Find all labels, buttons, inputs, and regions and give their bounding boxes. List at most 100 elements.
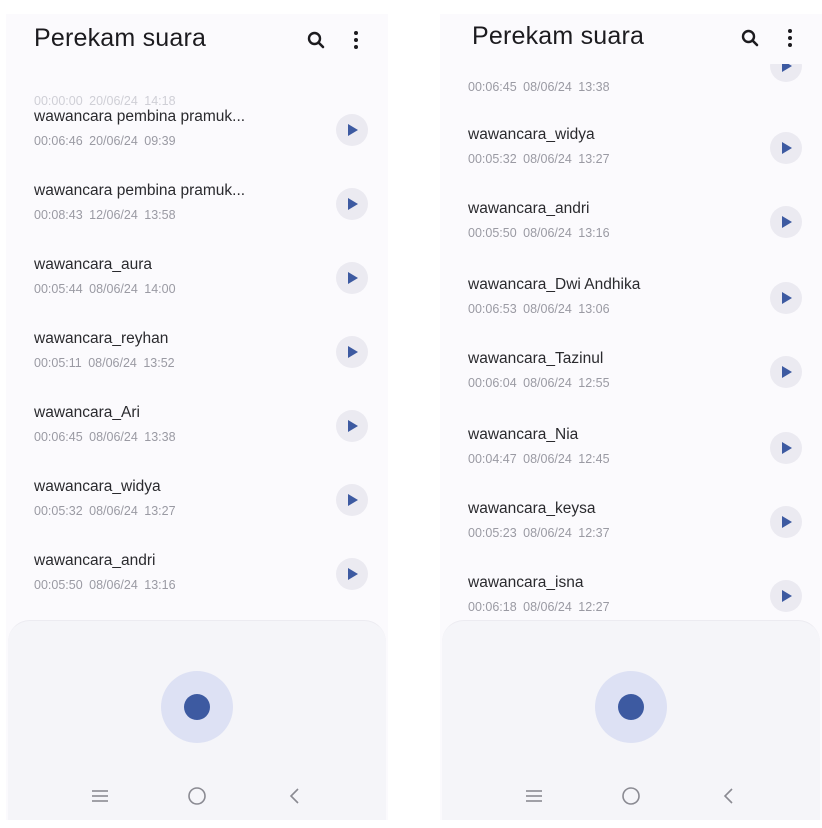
recording-meta: 00:06:53 08/06/24 13:06	[468, 302, 610, 316]
recording-meta: 00:06:18 08/06/24 12:27	[468, 600, 610, 614]
more-options-button[interactable]	[342, 26, 370, 54]
recents-icon	[526, 790, 543, 802]
recording-name: wawancara_keysa	[468, 500, 596, 517]
search-icon	[307, 31, 325, 49]
play-button[interactable]	[770, 506, 802, 538]
more-vert-icon	[788, 29, 792, 47]
play-icon	[348, 124, 358, 136]
recording-meta: 00:05:44 08/06/24 14:00	[34, 282, 176, 296]
play-icon	[348, 198, 358, 210]
home-button[interactable]	[177, 776, 217, 816]
play-icon	[348, 568, 358, 580]
recording-meta: 00:08:43 12/06/24 13:58	[34, 208, 176, 222]
recording-meta: 00:06:04 08/06/24 12:55	[468, 376, 610, 390]
home-icon	[622, 787, 640, 805]
recording-item[interactable]: wawancara_Ari 00:06:45 08/06/24 13:38	[6, 404, 388, 478]
system-nav-bar	[442, 772, 820, 820]
app-header: Perekam suara	[440, 14, 822, 64]
recording-list[interactable]: 00:00:00 20/06/24 14:18 wawancara pembin…	[6, 14, 388, 634]
recording-name: wawancara_Dwi Andhika	[468, 276, 641, 293]
page-title: Perekam suara	[472, 22, 645, 50]
system-nav-bar	[8, 772, 386, 820]
recording-item[interactable]: wawancara_widya 00:05:32 08/06/24 13:27	[6, 478, 388, 552]
recording-name: wawancara_isna	[468, 574, 584, 591]
record-icon	[618, 694, 644, 720]
recents-icon	[92, 790, 109, 802]
recording-name: wawancara_Ari	[34, 404, 140, 421]
recording-list[interactable]: 00:06:45 08/06/24 13:38 wawancara_widya …	[440, 14, 822, 634]
recording-meta: 00:04:47 08/06/24 12:45	[468, 452, 610, 466]
record-button[interactable]	[595, 671, 667, 743]
recording-item[interactable]: wawancara_Nia 00:04:47 08/06/24 12:45	[440, 426, 822, 500]
play-button[interactable]	[336, 558, 368, 590]
recording-meta: 00:05:11 08/06/24 13:52	[34, 356, 175, 370]
recording-name: wawancara_widya	[34, 478, 161, 495]
more-options-button[interactable]	[776, 24, 804, 52]
play-icon	[782, 366, 792, 378]
recording-meta: 00:06:46 20/06/24 09:39	[34, 134, 176, 148]
recording-meta: 00:00:00 20/06/24 14:18	[34, 94, 176, 108]
recording-item[interactable]: wawancara_aura 00:05:44 08/06/24 14:00	[6, 256, 388, 330]
play-icon	[348, 346, 358, 358]
recording-name: wawancara_widya	[468, 126, 595, 143]
back-icon	[289, 788, 299, 804]
recording-name: wawancara_reyhan	[34, 330, 169, 347]
play-icon	[782, 216, 792, 228]
play-button[interactable]	[336, 188, 368, 220]
search-button[interactable]	[736, 24, 764, 52]
play-icon	[348, 420, 358, 432]
recording-meta: 00:06:45 08/06/24 13:38	[468, 80, 610, 94]
recording-name: wawancara_andri	[34, 552, 156, 569]
record-button[interactable]	[161, 671, 233, 743]
recording-name: wawancara pembina pramuk...	[34, 108, 246, 125]
back-icon	[723, 788, 733, 804]
play-icon	[782, 516, 792, 528]
recording-item[interactable]: wawancara_reyhan 00:05:11 08/06/24 13:52	[6, 330, 388, 404]
play-button[interactable]	[770, 580, 802, 612]
record-panel	[442, 620, 820, 820]
play-button[interactable]	[336, 262, 368, 294]
back-button[interactable]	[274, 776, 314, 816]
home-icon	[188, 787, 206, 805]
page-title: Perekam suara	[34, 24, 207, 52]
recording-name: wawancara_andri	[468, 200, 590, 217]
play-button[interactable]	[770, 356, 802, 388]
recording-item[interactable]: wawancara pembina pramuk... 00:08:43 12/…	[6, 182, 388, 256]
recording-item[interactable]: wawancara_widya 00:05:32 08/06/24 13:27	[440, 126, 822, 200]
play-button[interactable]	[770, 282, 802, 314]
recents-button[interactable]	[514, 776, 554, 816]
recorder-screen-left: 00:00:00 20/06/24 14:18 wawancara pembin…	[6, 14, 388, 820]
play-button[interactable]	[770, 206, 802, 238]
recording-item[interactable]: wawancara_Dwi Andhika 00:06:53 08/06/24 …	[440, 276, 822, 350]
play-icon	[348, 494, 358, 506]
recording-name: wawancara_Nia	[468, 426, 579, 443]
recording-item[interactable]: wawancara_Tazinul 00:06:04 08/06/24 12:5…	[440, 350, 822, 424]
back-button[interactable]	[708, 776, 748, 816]
play-button[interactable]	[770, 432, 802, 464]
recording-item[interactable]: wawancara_keysa 00:05:23 08/06/24 12:37	[440, 500, 822, 574]
play-button[interactable]	[336, 410, 368, 442]
record-icon	[184, 694, 210, 720]
recording-meta: 00:05:23 08/06/24 12:37	[468, 526, 610, 540]
play-button[interactable]	[336, 484, 368, 516]
play-icon	[348, 272, 358, 284]
recording-item[interactable]: wawancara pembina pramuk... 00:06:46 20/…	[6, 108, 388, 182]
recording-name: wawancara_Tazinul	[468, 350, 604, 367]
home-button[interactable]	[611, 776, 651, 816]
more-vert-icon	[354, 31, 358, 49]
record-panel	[8, 620, 386, 820]
play-icon	[782, 292, 792, 304]
recording-meta: 00:05:50 08/06/24 13:16	[468, 226, 610, 240]
search-icon	[741, 29, 759, 47]
recents-button[interactable]	[80, 776, 120, 816]
search-button[interactable]	[302, 26, 330, 54]
recording-item[interactable]: wawancara_andri 00:05:50 08/06/24 13:16	[440, 200, 822, 274]
play-icon	[782, 442, 792, 454]
recording-meta: 00:06:45 08/06/24 13:38	[34, 430, 176, 444]
recording-meta: 00:05:32 08/06/24 13:27	[34, 504, 176, 518]
play-button[interactable]	[770, 132, 802, 164]
play-button[interactable]	[336, 336, 368, 368]
recording-meta: 00:05:32 08/06/24 13:27	[468, 152, 610, 166]
recording-item[interactable]: wawancara_andri 00:05:50 08/06/24 13:16	[6, 552, 388, 626]
play-button[interactable]	[336, 114, 368, 146]
